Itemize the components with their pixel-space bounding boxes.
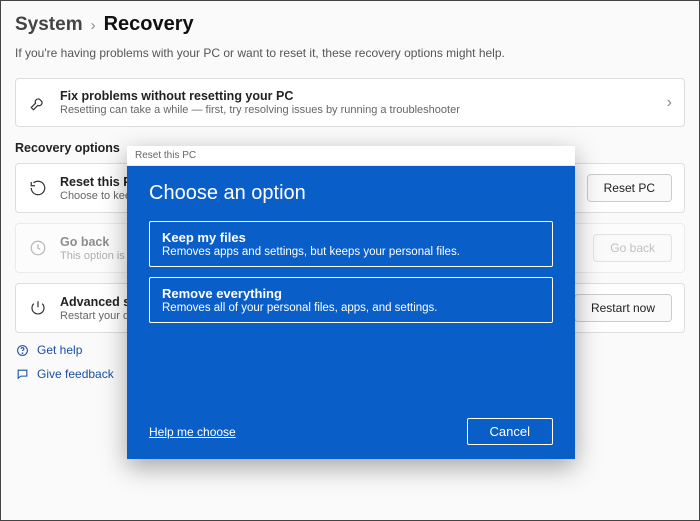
restart-now-button[interactable]: Restart now: [574, 294, 672, 322]
chevron-right-icon: ›: [91, 17, 96, 34]
cancel-button[interactable]: Cancel: [467, 418, 553, 445]
option-remove-title: Remove everything: [162, 286, 540, 301]
page-subtitle: If you're having problems with your PC o…: [15, 46, 685, 60]
give-feedback-label: Give feedback: [37, 367, 114, 381]
fix-problems-title: Fix problems without resetting your PC: [60, 89, 655, 103]
power-icon: [28, 298, 48, 318]
option-keep-desc: Removes apps and settings, but keeps you…: [162, 246, 540, 258]
reset-icon: [28, 178, 48, 198]
option-keep-my-files[interactable]: Keep my files Removes apps and settings,…: [149, 221, 553, 267]
breadcrumb-parent[interactable]: System: [15, 14, 83, 36]
help-me-choose-link[interactable]: Help me choose: [149, 425, 236, 439]
fix-problems-desc: Resetting can take a while — first, try …: [60, 104, 655, 116]
settings-recovery-page: System › Recovery If you're having probl…: [0, 0, 700, 521]
history-icon: [28, 238, 48, 258]
breadcrumb: System › Recovery: [15, 13, 685, 36]
option-remove-everything[interactable]: Remove everything Removes all of your pe…: [149, 277, 553, 323]
reset-pc-button[interactable]: Reset PC: [587, 174, 672, 202]
feedback-icon: [15, 367, 29, 381]
option-keep-title: Keep my files: [162, 230, 540, 245]
chevron-right-icon: ›: [667, 94, 672, 112]
wrench-icon: [28, 93, 48, 113]
fix-problems-card[interactable]: Fix problems without resetting your PC R…: [15, 78, 685, 127]
dialog-body: Choose an option Keep my files Removes a…: [127, 166, 575, 459]
dialog-window-title: Reset this PC: [127, 146, 575, 166]
reset-pc-dialog: Reset this PC Choose an option Keep my f…: [127, 146, 575, 459]
help-icon: [15, 343, 29, 357]
page-title: Recovery: [104, 13, 194, 36]
dialog-heading: Choose an option: [149, 182, 553, 205]
go-back-button: Go back: [593, 234, 672, 262]
option-remove-desc: Removes all of your personal files, apps…: [162, 302, 540, 314]
get-help-label: Get help: [37, 343, 82, 357]
